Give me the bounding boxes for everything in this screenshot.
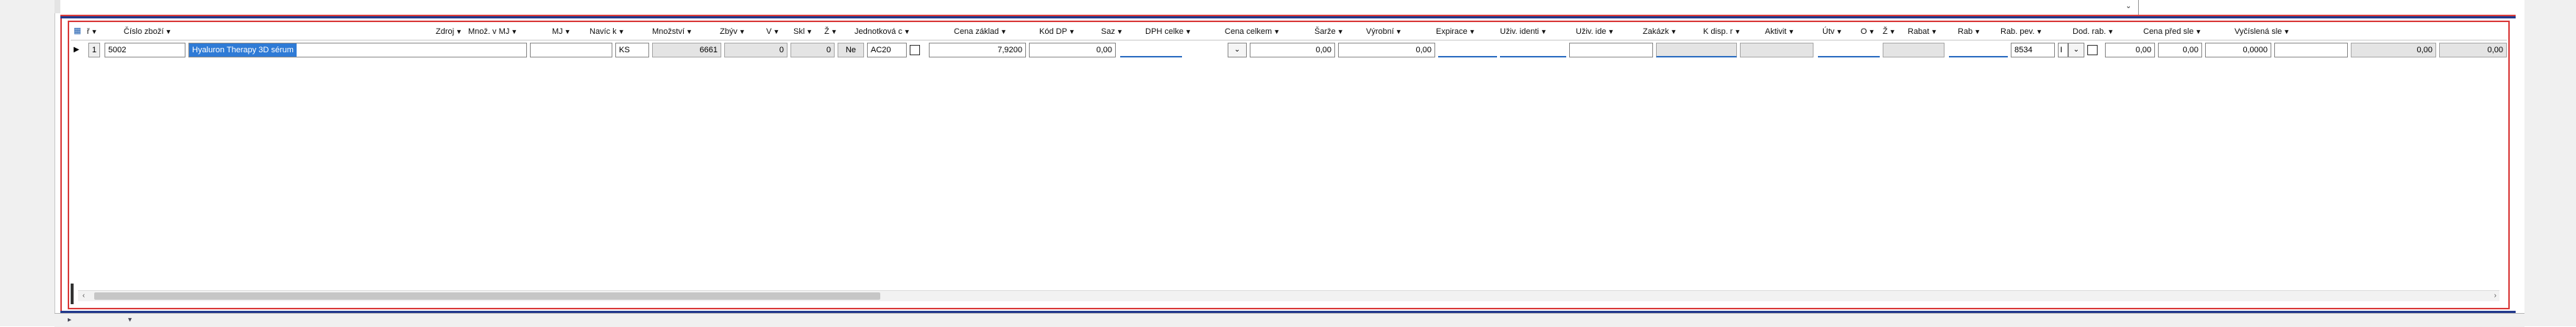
qty-in-uom-field[interactable] xyxy=(530,43,612,57)
col-v[interactable]: V ▼ xyxy=(766,24,790,40)
col-supplier-discount[interactable]: Dod. rab. ▼ xyxy=(2073,24,2140,40)
item-name-selection: Hyaluron Therapy 3D sérum xyxy=(189,43,297,57)
scroll-right-icon[interactable]: › xyxy=(2494,291,2497,301)
table-row[interactable]: ▶ 1 5002 Hyaluron Therapy 3D sérum KS 66… xyxy=(71,41,2507,59)
total-price-field[interactable]: 0,00 xyxy=(1338,43,1435,57)
order-field[interactable] xyxy=(1818,43,1880,57)
available-field[interactable] xyxy=(1883,43,1945,57)
disc-field[interactable]: 0,00 xyxy=(2158,43,2202,57)
batch-field[interactable] xyxy=(1438,43,1497,57)
col-dept[interactable]: Útv ▼ xyxy=(1822,24,1856,40)
top-left-gray-block xyxy=(54,0,60,13)
calculated-discount-field[interactable]: 0,00 xyxy=(2439,43,2507,57)
current-row-icon: ▶ xyxy=(74,46,79,54)
price-before-discount-field[interactable]: 0,00 xyxy=(2351,43,2436,57)
col-warehouse[interactable]: Skl ▼ xyxy=(793,24,823,40)
col-activity[interactable]: Aktivit ▼ xyxy=(1765,24,1820,40)
row-number: 1 xyxy=(88,43,100,57)
base-price-field[interactable]: 0,00 xyxy=(1029,43,1116,57)
col-expiration[interactable]: Expirace ▼ xyxy=(1436,24,1498,40)
col-calculated-discount[interactable]: Vyčíslená sle ▼ xyxy=(2234,24,2326,40)
navy-separator-top xyxy=(60,16,2516,18)
col-production[interactable]: Výrobní ▼ xyxy=(1366,24,1421,40)
chevron-down-icon: ⌄ xyxy=(1234,46,1241,54)
col-vat-code[interactable]: Kód DP ▼ xyxy=(1039,24,1101,40)
activity-field[interactable] xyxy=(1949,43,2008,57)
top-field-bar xyxy=(60,0,2517,15)
quantity-field[interactable]: 0 xyxy=(724,43,788,57)
remaining-field[interactable]: 0 xyxy=(790,43,835,57)
col-rate[interactable]: Saz ▼ xyxy=(1101,24,1136,40)
grid-settings-icon[interactable]: ▦ xyxy=(74,26,84,36)
col-remaining[interactable]: Zbýv ▼ xyxy=(720,24,764,40)
red-focus-line-left xyxy=(60,18,62,312)
col-disc[interactable]: Rab ▼ xyxy=(1958,24,1996,40)
right-panel-strip xyxy=(2524,0,2576,326)
col-vat-total[interactable]: DPH celke ▼ xyxy=(1145,24,1222,40)
v-field[interactable]: Ne xyxy=(838,43,864,57)
grid-header: ▦ ř ▼ Číslo zboží ▼ Zdroj ▼ Množ. v MJ ▼ MJ ▼… xyxy=(71,24,2507,41)
lines-grid[interactable]: ▦ ř ▼ Číslo zboží ▼ Zdroj ▼ Množ. v MJ ▼ MJ ▼… xyxy=(68,21,2510,309)
o-dropdown[interactable]: ⌄ xyxy=(2068,43,2084,57)
row-resize-handle[interactable] xyxy=(71,284,74,304)
col-item-number[interactable]: Číslo zboží ▼ xyxy=(124,24,219,40)
item-name-field[interactable]: Hyaluron Therapy 3D sérum xyxy=(188,43,527,57)
unit-price-field[interactable]: 7,9200 xyxy=(929,43,1026,57)
supplier-discount-field[interactable] xyxy=(2274,43,2348,57)
col-quantity[interactable]: Množství ▼ xyxy=(652,24,718,40)
col-user-id-2[interactable]: Uživ. ide ▼ xyxy=(1576,24,1638,40)
col-total-price[interactable]: Cena celkem ▼ xyxy=(1225,24,1309,40)
col-available[interactable]: K disp. r ▼ xyxy=(1703,24,1762,40)
col-user-id-1[interactable]: Uživ. identi ▼ xyxy=(1500,24,1574,40)
col-price-before-discount[interactable]: Cena před sle ▼ xyxy=(2143,24,2233,40)
col-batch[interactable]: Šarže ▼ xyxy=(1314,24,1362,40)
dept-field[interactable]: 8534 xyxy=(2011,43,2055,57)
user-id-2-field[interactable] xyxy=(1740,43,1814,57)
top-divider xyxy=(2138,0,2139,15)
uom-field[interactable]: KS xyxy=(615,43,649,57)
left-panel-strip xyxy=(0,0,55,326)
vat-code-field[interactable] xyxy=(1120,43,1182,57)
col-row[interactable]: ř ▼ xyxy=(87,24,100,40)
col-z[interactable]: Ž ▼ xyxy=(824,24,841,40)
warehouse-field[interactable]: AC20 xyxy=(867,43,907,57)
rate-dropdown[interactable]: ⌄ xyxy=(1228,43,1247,57)
col-base-price[interactable]: Cena základ ▼ xyxy=(954,24,1033,40)
extra-field[interactable]: 6661 xyxy=(652,43,721,57)
chevron-down-icon: ⌄ xyxy=(2073,46,2080,54)
tab-marker-icon[interactable]: ▸ xyxy=(68,316,71,324)
col-order[interactable]: Zakázk ▼ xyxy=(1643,24,1702,40)
chevron-down-icon[interactable]: ⌄ xyxy=(2123,1,2134,12)
horizontal-scrollbar[interactable]: ‹ › xyxy=(78,290,2499,301)
col-source[interactable]: Zdroj ▼ xyxy=(411,24,462,40)
z-checkbox[interactable] xyxy=(910,45,920,55)
o-field[interactable]: I xyxy=(2058,43,2068,57)
col-uom[interactable]: MJ ▼ xyxy=(552,24,581,40)
col-o[interactable]: O ▼ xyxy=(1861,24,1883,40)
col-fixed-discount[interactable]: Rab. pev. ▼ xyxy=(2000,24,2067,40)
item-number-field[interactable]: 5002 xyxy=(105,43,185,57)
scroll-left-icon[interactable]: ‹ xyxy=(82,291,85,301)
production-field[interactable] xyxy=(1500,43,1566,57)
z2-checkbox[interactable] xyxy=(2087,45,2098,55)
col-unit-price[interactable]: Jednotková c ▼ xyxy=(854,24,946,40)
col-discount[interactable]: Rabat ▼ xyxy=(1908,24,1955,40)
col-qty-in-uom[interactable]: Množ. v MJ ▼ xyxy=(468,24,545,40)
col-extra[interactable]: Navíc k ▼ xyxy=(590,24,648,40)
fixed-discount-field[interactable]: 0,0000 xyxy=(2205,43,2271,57)
vat-total-field[interactable]: 0,00 xyxy=(1250,43,1335,57)
discount-field[interactable]: 0,00 xyxy=(2105,43,2155,57)
tab-marker-icon[interactable]: ▾ xyxy=(128,316,132,324)
bottom-tab-strip: ▸ ▾ xyxy=(54,313,2524,327)
user-id-1-field[interactable] xyxy=(1656,43,1737,57)
col-z2[interactable]: Ž ▼ xyxy=(1883,24,1900,40)
scroll-thumb[interactable] xyxy=(94,292,880,300)
expiration-field[interactable] xyxy=(1569,43,1653,57)
